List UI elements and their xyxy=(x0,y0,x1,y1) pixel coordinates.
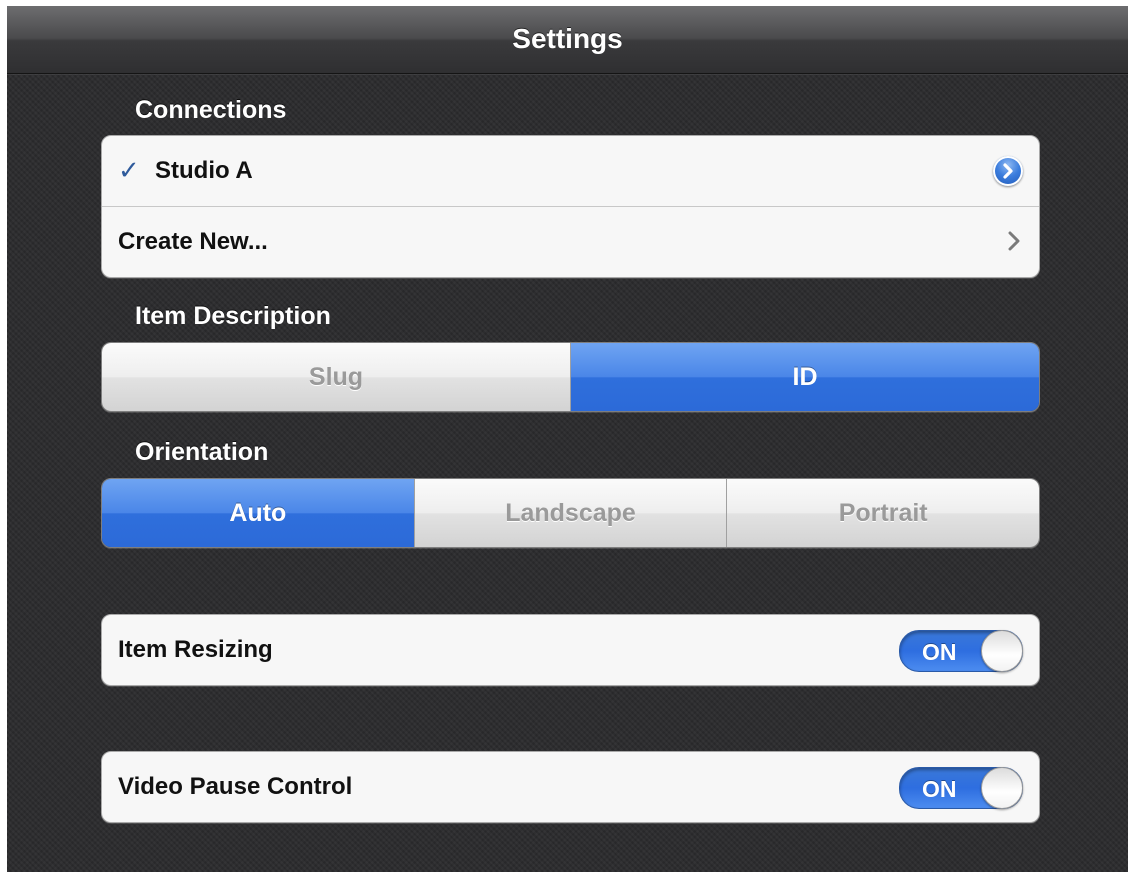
connection-row-studio-a[interactable]: ✓ Studio A xyxy=(102,136,1039,206)
segment-landscape[interactable]: Landscape xyxy=(413,479,727,547)
segment-auto[interactable]: Auto xyxy=(102,479,414,547)
item-resizing-group: Item Resizing ON xyxy=(101,614,1040,686)
segment-slug[interactable]: Slug xyxy=(102,343,570,411)
orientation-header: Orientation xyxy=(135,438,269,466)
checkmark-icon: ✓ xyxy=(118,155,140,185)
switch-state-label: ON xyxy=(922,639,957,665)
chevron-right-icon xyxy=(1007,230,1021,257)
item-resizing-switch[interactable]: ON xyxy=(899,630,1023,672)
detail-disclosure-icon[interactable] xyxy=(993,156,1023,186)
connections-header: Connections xyxy=(135,96,287,124)
segment-id[interactable]: ID xyxy=(570,343,1039,411)
segment-portrait[interactable]: Portrait xyxy=(726,479,1039,547)
item-resizing-label: Item Resizing xyxy=(118,636,273,663)
switch-knob xyxy=(981,630,1023,672)
item-resizing-row: Item Resizing ON xyxy=(102,615,1039,685)
video-pause-switch[interactable]: ON xyxy=(899,767,1023,809)
connections-group: ✓ Studio A Create New... xyxy=(101,135,1040,278)
create-new-row[interactable]: Create New... xyxy=(102,206,1039,277)
video-pause-row: Video Pause Control ON xyxy=(102,752,1039,822)
navigation-bar: Settings xyxy=(7,6,1128,74)
page-title: Settings xyxy=(512,23,623,54)
video-pause-group: Video Pause Control ON xyxy=(101,751,1040,823)
orientation-segmented-control: Auto Landscape Portrait xyxy=(101,478,1040,548)
item-description-header: Item Description xyxy=(135,302,331,330)
connection-label: Studio A xyxy=(155,157,253,184)
switch-state-label: ON xyxy=(922,776,957,802)
settings-screen: Settings Connections ✓ Studio A Create N… xyxy=(7,6,1128,872)
create-new-label: Create New... xyxy=(118,228,268,255)
video-pause-label: Video Pause Control xyxy=(118,773,353,800)
item-description-segmented-control: Slug ID xyxy=(101,342,1040,412)
switch-knob xyxy=(981,767,1023,809)
